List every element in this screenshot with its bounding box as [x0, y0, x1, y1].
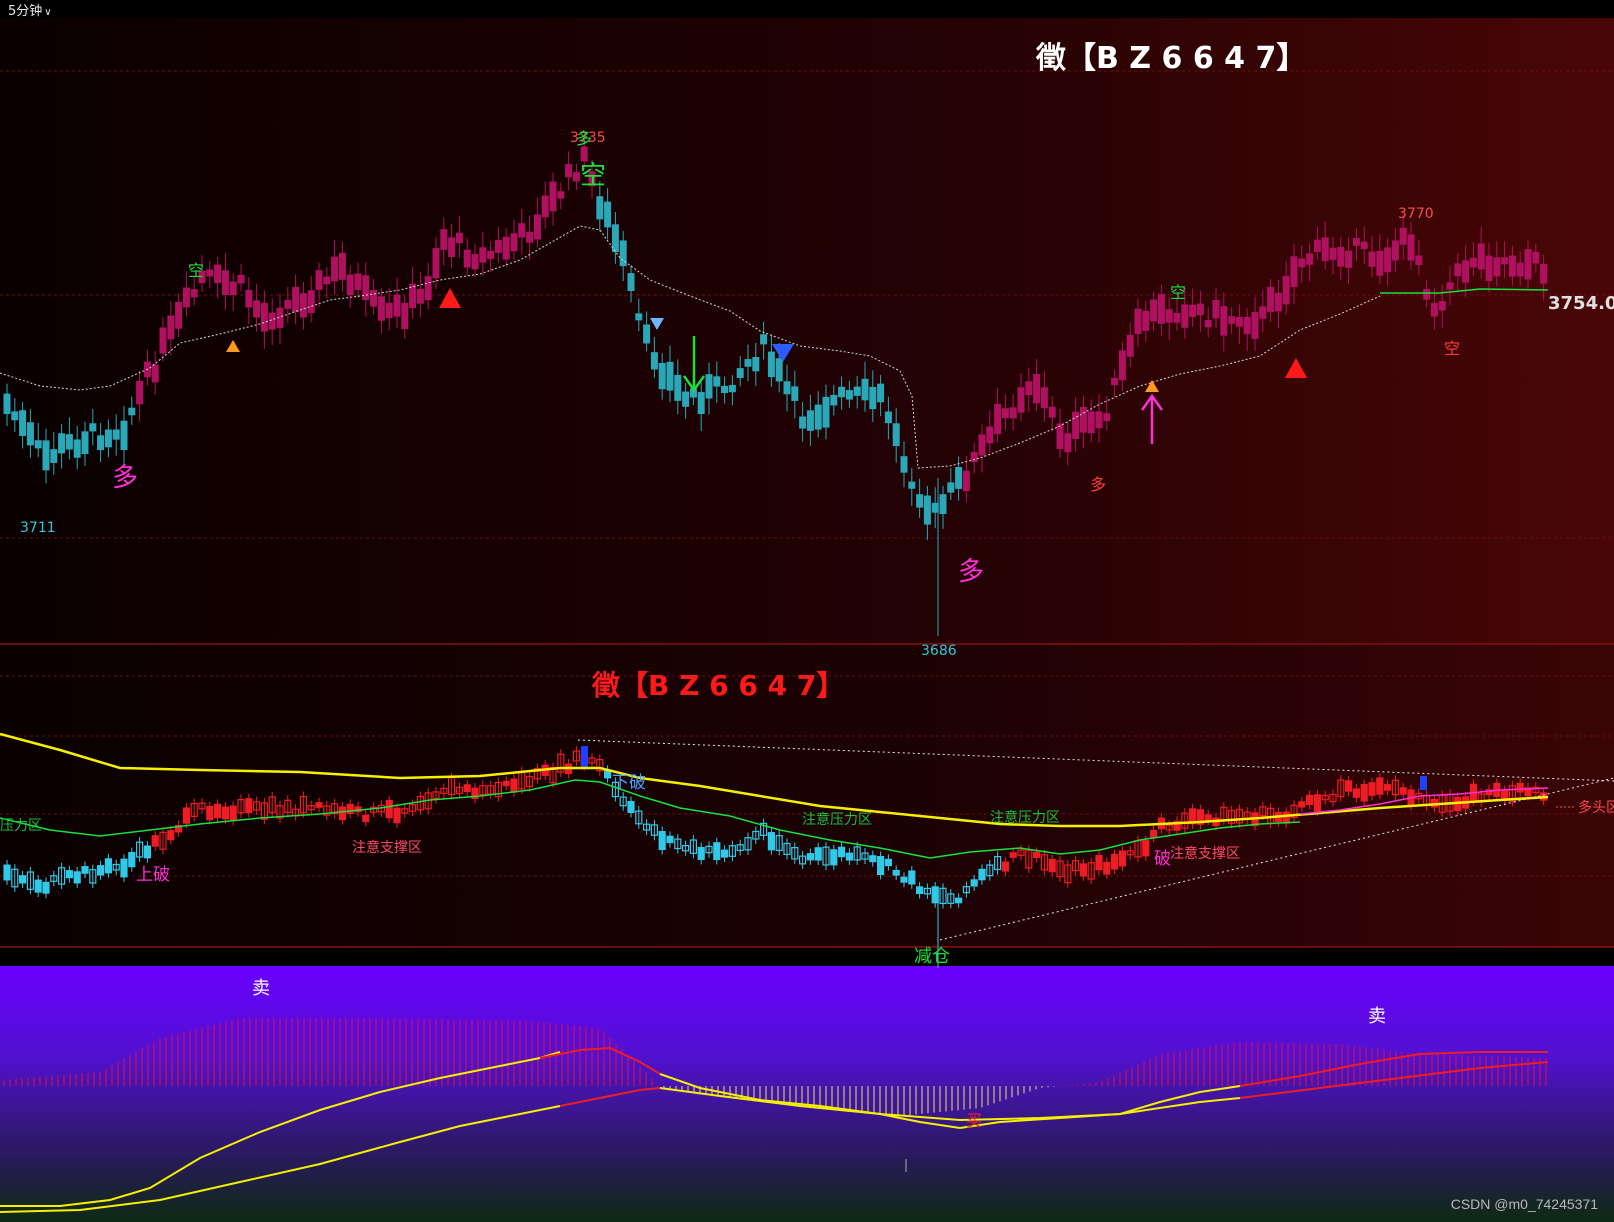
sell-signal: 卖 — [1368, 1006, 1386, 1027]
chevron-down-icon: ∨ — [44, 7, 52, 18]
candle — [581, 746, 588, 768]
period-selector[interactable]: 5分钟 ∨ — [8, 0, 52, 19]
buy-signal: 多 — [576, 129, 592, 148]
low-label: 3711 — [20, 520, 56, 536]
zone-label: 注意压力区 — [802, 811, 872, 828]
buy-signal: 多 — [112, 463, 138, 493]
sell-signal: 空 — [580, 161, 606, 191]
period-label: 5分钟 — [8, 4, 43, 19]
main-panel-bg — [0, 18, 1614, 644]
sell-signal: 空 — [188, 261, 204, 280]
buy-signal: 多 — [958, 557, 984, 587]
buy-signal: 买 — [966, 1111, 982, 1130]
bottom-panel-bg — [0, 966, 1614, 1222]
zone-label: 注意支撑区 — [1170, 845, 1240, 862]
panel-gap — [0, 948, 1614, 966]
break-label: 下破 — [612, 773, 646, 793]
zone-label: 注意支撑区 — [352, 839, 422, 856]
sell-signal: 空 — [1170, 283, 1186, 302]
zone-label: 压力区 — [0, 818, 42, 834]
zone-label: 多头区 — [1578, 799, 1614, 816]
main-title: 徵【B Z 6 6 4 7】 — [1035, 41, 1306, 76]
mid-title: 徵【B Z 6 6 4 7】 — [591, 669, 844, 702]
buy-signal: 多 — [1090, 475, 1106, 494]
reduce-position-label: 减仓 — [914, 946, 950, 967]
zone-label: 注意压力区 — [990, 809, 1060, 826]
top-toolbar: 5分钟 ∨ — [0, 0, 1614, 19]
candle — [1420, 776, 1427, 790]
break-label: 破 — [1154, 849, 1171, 869]
watermark: CSDN @m0_74245371 — [1450, 1196, 1598, 1212]
low-label: 3686 — [921, 643, 957, 659]
chart-area[interactable]: 徵【B Z 6 6 4 7】 3754.01 3735 3770 3711 36… — [0, 18, 1614, 1222]
sell-signal: 空 — [1444, 339, 1460, 358]
break-label: 上破 — [136, 865, 170, 885]
price-label: 3754.01 — [1548, 293, 1614, 314]
high-label: 3770 — [1398, 206, 1434, 222]
sell-signal: 卖 — [252, 978, 270, 999]
